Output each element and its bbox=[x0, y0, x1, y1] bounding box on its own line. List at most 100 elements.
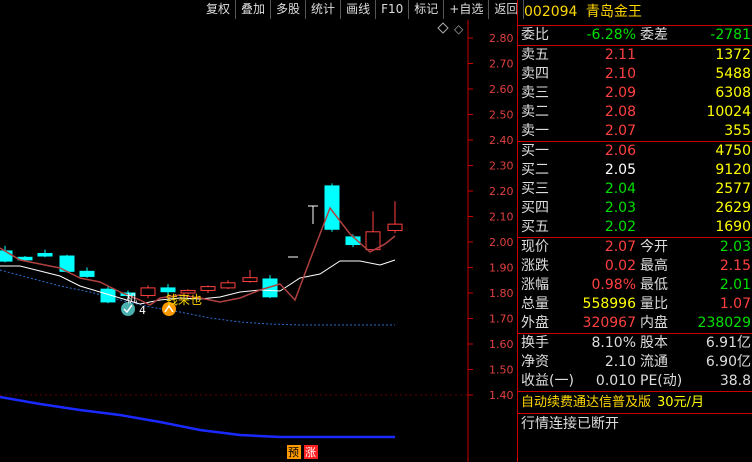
quote-row: 现价 2.07 今开 2.03 bbox=[518, 238, 752, 257]
price-axis-label: 2.50 bbox=[489, 109, 514, 122]
marker-count: 4 bbox=[139, 304, 146, 317]
candle-body bbox=[242, 277, 258, 283]
price-axis-label: 2.00 bbox=[489, 236, 514, 249]
ask-label: 卖四 bbox=[521, 66, 549, 82]
quote-label: 内盘 bbox=[640, 315, 668, 331]
bid-label: 买四 bbox=[521, 200, 549, 216]
mark-button[interactable]: 标记 bbox=[409, 0, 445, 19]
candlesticks bbox=[0, 183, 403, 304]
fundamental-stats: 换手 8.10% 股本 6.91亿 净资 2.10 流通 6.90亿 收益(一) 0.010 PE(… bbox=[518, 334, 752, 391]
fundamental-row: 收益(一) 0.010 PE(动) 38.8 bbox=[518, 372, 752, 391]
quote-value: 0.02 bbox=[604, 258, 636, 274]
price-axis: 2.80 2.70 2.60 2.50 2.40 2.30 2.20 2.10 2.00 1.90… bbox=[468, 32, 514, 402]
expand-icon[interactable]: ◇ bbox=[454, 22, 464, 36]
price-axis-label: 2.70 bbox=[489, 58, 514, 71]
fundamental-value: 2.10 bbox=[604, 354, 636, 370]
bid-volume: 1690 bbox=[715, 219, 751, 235]
price-axis-label: 1.50 bbox=[489, 364, 514, 377]
bid-level-row: 买五 2.02 1690 bbox=[518, 218, 752, 237]
bid-price: 2.02 bbox=[604, 219, 636, 235]
diamond-icon[interactable] bbox=[437, 22, 449, 34]
quote-panel: 002094 青岛金王 委比 -6.28% 委差 -2781 卖五 2.11 137… bbox=[517, 0, 752, 462]
fundamental-value: 0.010 bbox=[595, 373, 636, 389]
quote-row: 涨跌 0.02 最高 2.15 bbox=[518, 257, 752, 276]
bid-volume: 4750 bbox=[715, 143, 751, 159]
quote-label: 涨幅 bbox=[521, 277, 549, 293]
overlay-button[interactable]: 叠加 bbox=[236, 0, 272, 19]
quote-value: 1.07 bbox=[719, 296, 751, 312]
quote-label: 最高 bbox=[640, 258, 668, 274]
weicha-label: 委差 bbox=[640, 27, 668, 43]
price-axis-label: 2.80 bbox=[489, 32, 514, 45]
candle-body bbox=[37, 252, 53, 257]
fundamental-label: 收益(一) bbox=[521, 373, 574, 389]
ask-price: 2.10 bbox=[604, 66, 636, 82]
ask-level-row: 卖二 2.08 10024 bbox=[518, 103, 752, 122]
quote-label: 外盘 bbox=[521, 315, 549, 331]
rise-badge-label: 涨 bbox=[305, 446, 316, 459]
ask-level-row: 卖三 2.09 6308 bbox=[518, 84, 752, 103]
quote-stats: 现价 2.07 今开 2.03 涨跌 0.02 最高 2.15 涨幅 0.98% 最低 2.01 总量 5… bbox=[518, 238, 752, 333]
ask-volume: 355 bbox=[724, 123, 751, 139]
quote-value: 2.15 bbox=[719, 258, 751, 274]
bid-volume: 2577 bbox=[715, 181, 751, 197]
ask-label: 卖三 bbox=[521, 85, 549, 101]
add-watchlist-button[interactable]: +自选 bbox=[444, 0, 490, 19]
ask-price: 2.11 bbox=[604, 47, 636, 63]
bid-volume: 9120 bbox=[715, 162, 751, 178]
candle-body bbox=[387, 223, 403, 232]
price-axis-label: 1.40 bbox=[489, 389, 514, 402]
ask-volume: 10024 bbox=[706, 104, 751, 120]
draw-line-button[interactable]: 画线 bbox=[341, 0, 377, 19]
price-axis-label: 2.10 bbox=[489, 211, 514, 224]
bid-level-row: 买四 2.03 2629 bbox=[518, 199, 752, 218]
bid-price: 2.04 bbox=[604, 181, 636, 197]
kline-canvas[interactable]: 2.80 2.70 2.60 2.50 2.40 2.30 2.20 2.10 2.00 1.90… bbox=[0, 20, 517, 462]
subscription-ad-link[interactable]: 自动续费通达信普及版 30元/月 bbox=[518, 391, 752, 414]
weicha-value: -2781 bbox=[710, 27, 751, 43]
quote-label: 最低 bbox=[640, 277, 668, 293]
ask-price: 2.07 bbox=[604, 123, 636, 139]
quote-label: 量比 bbox=[640, 296, 668, 312]
fundamental-label: PE(动) bbox=[640, 373, 683, 389]
candle-body bbox=[200, 286, 216, 291]
quote-label: 涨跌 bbox=[521, 258, 549, 274]
quote-value: 320967 bbox=[582, 315, 636, 331]
signal-label: 钱来也 bbox=[166, 292, 202, 307]
ad-text: 自动续费通达信普及版 bbox=[521, 395, 652, 410]
restore-rights-button[interactable]: 复权 bbox=[201, 0, 237, 19]
price-axis-label: 2.40 bbox=[489, 134, 514, 147]
bid-volume: 2629 bbox=[715, 200, 751, 216]
fundamental-value: 38.8 bbox=[719, 373, 751, 389]
candle-body bbox=[79, 270, 95, 277]
bid-label: 买五 bbox=[521, 219, 549, 235]
candle-body bbox=[220, 282, 236, 289]
f10-button[interactable]: F10 bbox=[376, 0, 410, 19]
connection-status: 行情连接已断开 bbox=[521, 416, 619, 432]
fundamental-row: 净资 2.10 流通 6.90亿 bbox=[518, 353, 752, 372]
chart-toolbar: 复权 叠加 多股 统计 画线 F10 标记 +自选 返回 bbox=[201, 0, 525, 20]
candle-body bbox=[324, 185, 340, 230]
candle-body bbox=[140, 287, 156, 297]
quote-value: 2.03 bbox=[719, 239, 751, 255]
fundamental-label: 换手 bbox=[521, 335, 549, 351]
quote-value: 558996 bbox=[582, 296, 636, 312]
signal-markers: 机 4 钱来也 bbox=[121, 291, 202, 317]
order-ratio-row: 委比 -6.28% 委差 -2781 bbox=[518, 26, 752, 45]
ask-label: 卖二 bbox=[521, 104, 549, 120]
multi-stock-button[interactable]: 多股 bbox=[271, 0, 307, 19]
ad-price: 30元/月 bbox=[657, 395, 704, 410]
fundamental-value: 6.91亿 bbox=[705, 335, 751, 351]
fundamental-label: 净资 bbox=[521, 354, 549, 370]
ask-price: 2.08 bbox=[604, 104, 636, 120]
bid-levels: 买一 2.06 4750 买二 2.05 9120 买三 2.04 2577 买四 2.03 2629… bbox=[518, 142, 752, 237]
kline-chart[interactable]: 2.80 2.70 2.60 2.50 2.40 2.30 2.20 2.10 2.00 1.90… bbox=[0, 20, 517, 462]
price-axis-label: 2.20 bbox=[489, 185, 514, 198]
quote-value: 2.01 bbox=[719, 277, 751, 293]
quote-label: 总量 bbox=[521, 296, 549, 312]
ask-label: 卖一 bbox=[521, 123, 549, 139]
bid-label: 买二 bbox=[521, 162, 549, 178]
bid-level-row: 买二 2.05 9120 bbox=[518, 161, 752, 180]
statistics-button[interactable]: 统计 bbox=[306, 0, 342, 19]
price-axis-label: 1.90 bbox=[489, 262, 514, 275]
